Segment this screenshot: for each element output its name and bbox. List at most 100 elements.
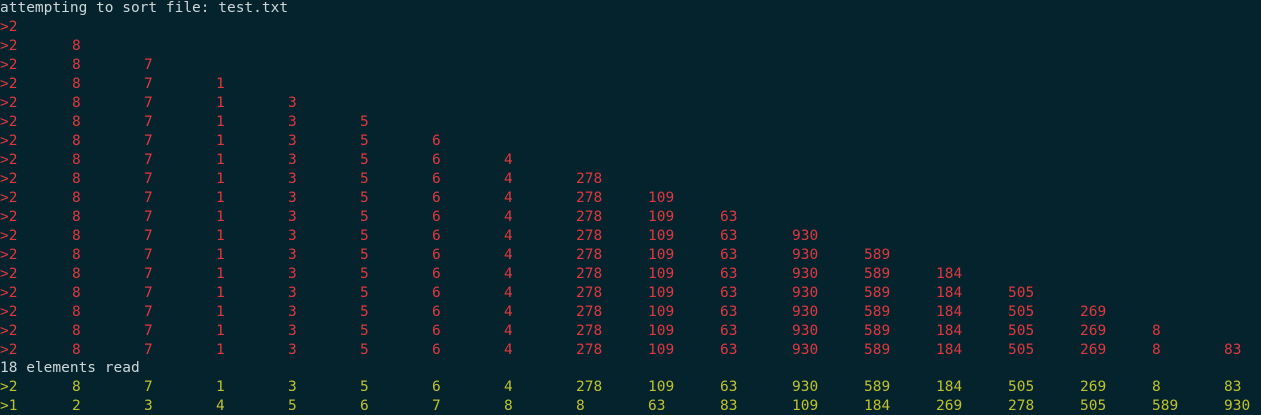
progress-value: 184 (936, 285, 963, 301)
progress-value: 63 (720, 228, 738, 244)
progress-value: >2 (0, 247, 18, 263)
progress-value: 63 (720, 323, 738, 339)
progress-value: 6 (432, 285, 441, 301)
original-value: 8 (1152, 379, 1161, 395)
progress-value: 930 (792, 247, 819, 263)
original-value: 4 (504, 379, 513, 395)
progress-value: 3 (288, 152, 297, 168)
progress-value: 3 (288, 247, 297, 263)
progress-value: 3 (288, 114, 297, 130)
progress-value: 8 (72, 171, 81, 187)
progress-value: 6 (432, 228, 441, 244)
progress-value: 5 (360, 133, 369, 149)
original-value: 589 (864, 379, 891, 395)
progress-value: 278 (576, 171, 603, 187)
progress-value: >2 (0, 76, 18, 92)
progress-value: 8 (72, 323, 81, 339)
progress-value: 278 (576, 266, 603, 282)
progress-value: 63 (720, 342, 738, 358)
progress-value: 1 (216, 152, 225, 168)
progress-value: 109 (648, 190, 675, 206)
progress-value: 83 (1224, 342, 1242, 358)
progress-value: 1 (216, 247, 225, 263)
progress-value: 109 (648, 323, 675, 339)
progress-value: 5 (360, 266, 369, 282)
progress-value: 8 (72, 95, 81, 111)
progress-value: 1 (216, 133, 225, 149)
progress-value: 7 (144, 76, 153, 92)
progress-value: 589 (864, 285, 891, 301)
progress-value: 8 (72, 247, 81, 263)
progress-value: 1 (216, 228, 225, 244)
progress-value: 589 (864, 323, 891, 339)
progress-value: 5 (360, 342, 369, 358)
progress-value: 589 (864, 304, 891, 320)
progress-value: >2 (0, 342, 18, 358)
sorted-value: 184 (864, 398, 891, 414)
progress-value: 8 (72, 285, 81, 301)
original-value: 3 (288, 379, 297, 395)
sorted-value: 589 (1152, 398, 1179, 414)
progress-value: >2 (0, 285, 18, 301)
progress-value: 3 (288, 209, 297, 225)
progress-value: 6 (432, 209, 441, 225)
original-value: 269 (1080, 379, 1107, 395)
progress-value: 5 (360, 285, 369, 301)
progress-value: >2 (0, 323, 18, 339)
progress-value: 8 (72, 133, 81, 149)
progress-value: >2 (0, 114, 18, 130)
progress-value: 3 (288, 285, 297, 301)
progress-value: 1 (216, 285, 225, 301)
progress-value: 4 (504, 285, 513, 301)
original-value: 83 (1224, 379, 1242, 395)
progress-value: 4 (504, 342, 513, 358)
progress-value: 3 (288, 228, 297, 244)
progress-value: 8 (72, 342, 81, 358)
original-value: >2 (0, 379, 18, 395)
sorted-value: 6 (360, 398, 369, 414)
progress-value: 184 (936, 304, 963, 320)
progress-value: 930 (792, 266, 819, 282)
progress-value: 7 (144, 342, 153, 358)
progress-value: 7 (144, 266, 153, 282)
progress-value: 6 (432, 304, 441, 320)
progress-value: 278 (576, 323, 603, 339)
progress-value: 4 (504, 304, 513, 320)
progress-value: >2 (0, 209, 18, 225)
progress-value: 1 (216, 190, 225, 206)
progress-value: 3 (288, 133, 297, 149)
progress-value: 109 (648, 228, 675, 244)
progress-value: 63 (720, 247, 738, 263)
progress-value: 7 (144, 95, 153, 111)
progress-value: 7 (144, 171, 153, 187)
original-value: 6 (432, 379, 441, 395)
progress-value: 109 (648, 285, 675, 301)
progress-value: 6 (432, 152, 441, 168)
progress-value: 63 (720, 285, 738, 301)
progress-value: >2 (0, 190, 18, 206)
original-value: 930 (792, 379, 819, 395)
progress-value: 109 (648, 247, 675, 263)
progress-value: 8 (1152, 323, 1161, 339)
progress-value: 5 (360, 304, 369, 320)
progress-value: 4 (504, 247, 513, 263)
progress-value: 184 (936, 266, 963, 282)
progress-value: 5 (360, 171, 369, 187)
terminal-window[interactable]: attempting to sort file: test.txt >2 >2 8 >… (0, 0, 1261, 415)
progress-value: 930 (792, 228, 819, 244)
progress-value: 269 (1080, 342, 1107, 358)
progress-value: 278 (576, 209, 603, 225)
progress-value: >2 (0, 266, 18, 282)
original-value: 109 (648, 379, 675, 395)
progress-value: 3 (288, 266, 297, 282)
progress-value: 8 (72, 209, 81, 225)
progress-value: 4 (504, 171, 513, 187)
sorted-value: 63 (648, 398, 666, 414)
elements-read-line: 18 elements read (0, 360, 140, 376)
original-value: 63 (720, 379, 738, 395)
progress-value: 505 (1008, 285, 1035, 301)
original-value: 1 (216, 379, 225, 395)
sorted-value: 930 (1224, 398, 1251, 414)
sorted-value: 505 (1080, 398, 1107, 414)
progress-value: 109 (648, 342, 675, 358)
